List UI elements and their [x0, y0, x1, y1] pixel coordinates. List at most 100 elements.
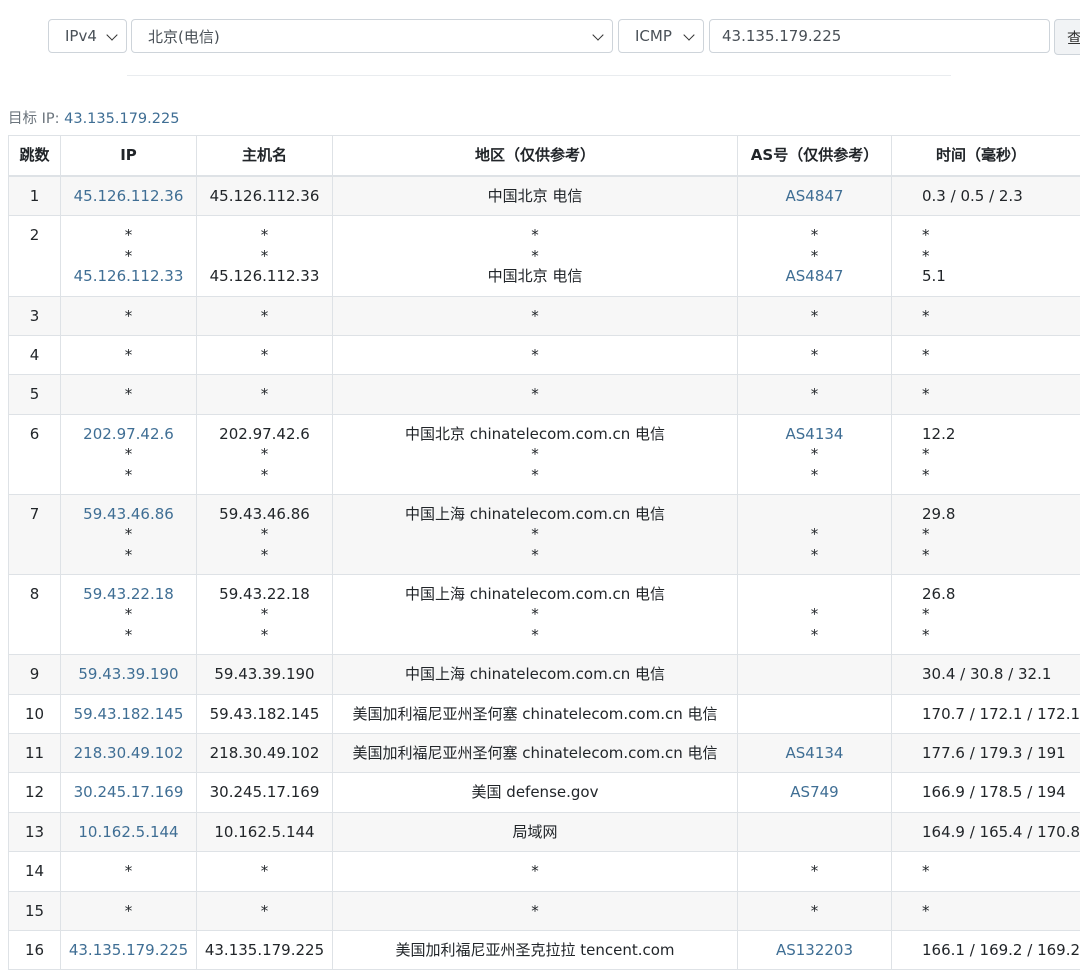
hop-cell: 14 — [8, 851, 61, 892]
hostname-cell: * — [196, 851, 333, 892]
protocol-select[interactable]: ICMP — [618, 19, 704, 53]
as-value — [739, 822, 891, 842]
location-cell: 中国北京 电信 — [332, 175, 738, 217]
table-row: 6 202.97.42.6 * * 202.97.42.6 * * 中国北京 chinatel… — [8, 413, 1080, 495]
time-cell: 177.6 / 179.3 / 191 — [891, 733, 1080, 774]
time-value: 166.1 / 169.2 / 169.2 — [922, 940, 1080, 959]
hop-cell: 5 — [8, 374, 61, 415]
ip-link[interactable]: 59.43.46.86 — [62, 504, 196, 524]
time-cell: * * 5.1 — [891, 215, 1080, 297]
hostname-value: 45.126.112.36 — [209, 187, 320, 205]
as-cell — [737, 811, 892, 853]
time-value: * — [922, 862, 930, 881]
ip-version-select[interactable]: IPv4 — [48, 19, 127, 53]
time-value: 166.9 / 178.5 / 194 — [922, 783, 1066, 802]
ip-cell: * — [60, 851, 197, 892]
location-cell: 中国上海 chinatelecom.com.cn 电信 * * — [332, 574, 738, 656]
ip-link[interactable]: 218.30.49.102 — [62, 743, 196, 763]
ip-cell: 59.43.22.18 * * — [60, 574, 197, 656]
hop-cell: 3 — [8, 295, 61, 336]
node-select[interactable]: 北京(电信) — [131, 19, 613, 53]
table-row: 5 * * * * * — [8, 374, 1080, 415]
ip-cell: * — [60, 334, 197, 376]
chevron-down-icon — [592, 29, 604, 41]
as-link[interactable]: AS4134 — [739, 424, 891, 444]
time-cell: 164.9 / 165.4 / 170.8 — [891, 811, 1080, 853]
as-cell: * * AS4847 — [737, 215, 892, 297]
ip-cell: * — [60, 295, 197, 336]
hop-cell: 1 — [8, 175, 61, 217]
hostname-cell: * — [196, 374, 333, 415]
as-link[interactable]: AS4847 — [739, 186, 891, 206]
target-ip-line: 目标 IP: 43.135.179.225 — [8, 107, 179, 128]
ip-link[interactable]: 45.126.112.36 — [62, 186, 196, 206]
time-cell: 30.4 / 30.8 / 32.1 — [891, 654, 1080, 695]
location-value: 中国北京 电信 — [487, 187, 583, 205]
time-value: 177.6 / 179.3 / 191 — [922, 744, 1066, 763]
location-cell: 美国加利福尼亚州圣何塞 chinatelecom.com.cn 电信 — [332, 693, 738, 735]
location-value: 美国加利福尼亚州圣克拉拉 tencent.com — [395, 940, 675, 959]
hop-number: 1 — [29, 187, 40, 205]
table-row: 11 218.30.49.102 218.30.49.102 美国加利福尼亚州圣何塞 … — [8, 733, 1080, 774]
ip-link[interactable]: 202.97.42.6 — [62, 424, 196, 444]
table-row: 9 59.43.39.190 59.43.39.190 中国上海 chinatelec… — [8, 654, 1080, 695]
as-value: * — [810, 545, 819, 564]
ip-value: * — [124, 345, 133, 364]
target-input[interactable]: 43.135.179.225 — [709, 19, 1050, 53]
ip-cell: 30.245.17.169 — [60, 772, 197, 813]
target-input-value: 43.135.179.225 — [722, 27, 842, 45]
hostname-cell: 10.162.5.144 — [196, 811, 333, 853]
hop-number: 9 — [29, 665, 40, 684]
hostname-cell: 202.97.42.6 * * — [196, 413, 333, 495]
as-cell: * — [737, 890, 892, 931]
ip-value: * — [124, 625, 133, 644]
location-value: * — [531, 246, 539, 265]
header-time: 时间（毫秒） — [891, 135, 1080, 177]
ip-cell: 43.135.179.225 — [60, 929, 197, 971]
hostname-value: * — [260, 901, 269, 920]
time-cell: 170.7 / 172.1 / 172.1 — [891, 693, 1080, 735]
ip-link[interactable]: 10.162.5.144 — [62, 822, 196, 842]
location-value: * — [531, 306, 539, 325]
hostname-cell: 59.43.182.145 — [196, 693, 333, 735]
query-button[interactable]: 查 — [1054, 19, 1080, 55]
ip-link[interactable]: 59.43.39.190 — [62, 664, 196, 684]
hop-number: 10 — [24, 704, 45, 723]
location-value: 中国上海 chinatelecom.com.cn 电信 — [404, 504, 666, 523]
chevron-down-icon — [106, 29, 118, 41]
hostname-value: * — [260, 385, 269, 404]
location-value: * — [531, 862, 539, 881]
ip-cell: 45.126.112.36 — [60, 175, 197, 217]
hostname-cell: 45.126.112.36 — [196, 175, 333, 217]
header-hop: 跳数 — [8, 135, 61, 177]
hop-number: 14 — [24, 862, 45, 881]
as-cell: AS4847 — [737, 175, 892, 217]
hostname-cell: 59.43.22.18 * * — [196, 574, 333, 656]
as-link[interactable]: AS132203 — [739, 940, 891, 960]
time-cell: * — [891, 851, 1080, 892]
time-cell: * — [891, 374, 1080, 415]
as-link[interactable]: AS749 — [739, 782, 891, 802]
location-value: 美国 defense.gov — [471, 783, 599, 802]
hostname-value: 43.135.179.225 — [204, 940, 325, 959]
ip-link[interactable]: 59.43.22.18 — [62, 584, 196, 604]
as-link[interactable]: AS4134 — [739, 743, 891, 763]
as-value — [739, 704, 891, 724]
hostname-value: * — [260, 445, 269, 464]
location-cell: * — [332, 374, 738, 415]
location-value: 中国上海 chinatelecom.com.cn 电信 — [404, 665, 666, 684]
location-value: * — [531, 901, 539, 920]
ip-cell: 218.30.49.102 — [60, 733, 197, 774]
time-cell: 29.8 * * — [891, 493, 1080, 576]
time-value: * — [922, 625, 930, 644]
ip-link[interactable]: 30.245.17.169 — [62, 782, 196, 802]
as-link[interactable]: AS4847 — [739, 266, 891, 286]
ip-link[interactable]: 59.43.182.145 — [62, 704, 196, 724]
hostname-value: 45.126.112.33 — [209, 267, 320, 286]
ip-link[interactable]: 45.126.112.33 — [62, 266, 196, 286]
hostname-value: 59.43.182.145 — [209, 704, 320, 723]
ip-link[interactable]: 43.135.179.225 — [62, 940, 196, 960]
as-value: * — [810, 306, 819, 325]
table-header-row: 跳数 IP 主机名 地区（仅供参考） AS号（仅供参考） 时间（毫秒） — [8, 135, 1080, 177]
table-row: 4 * * * * * — [8, 334, 1080, 376]
